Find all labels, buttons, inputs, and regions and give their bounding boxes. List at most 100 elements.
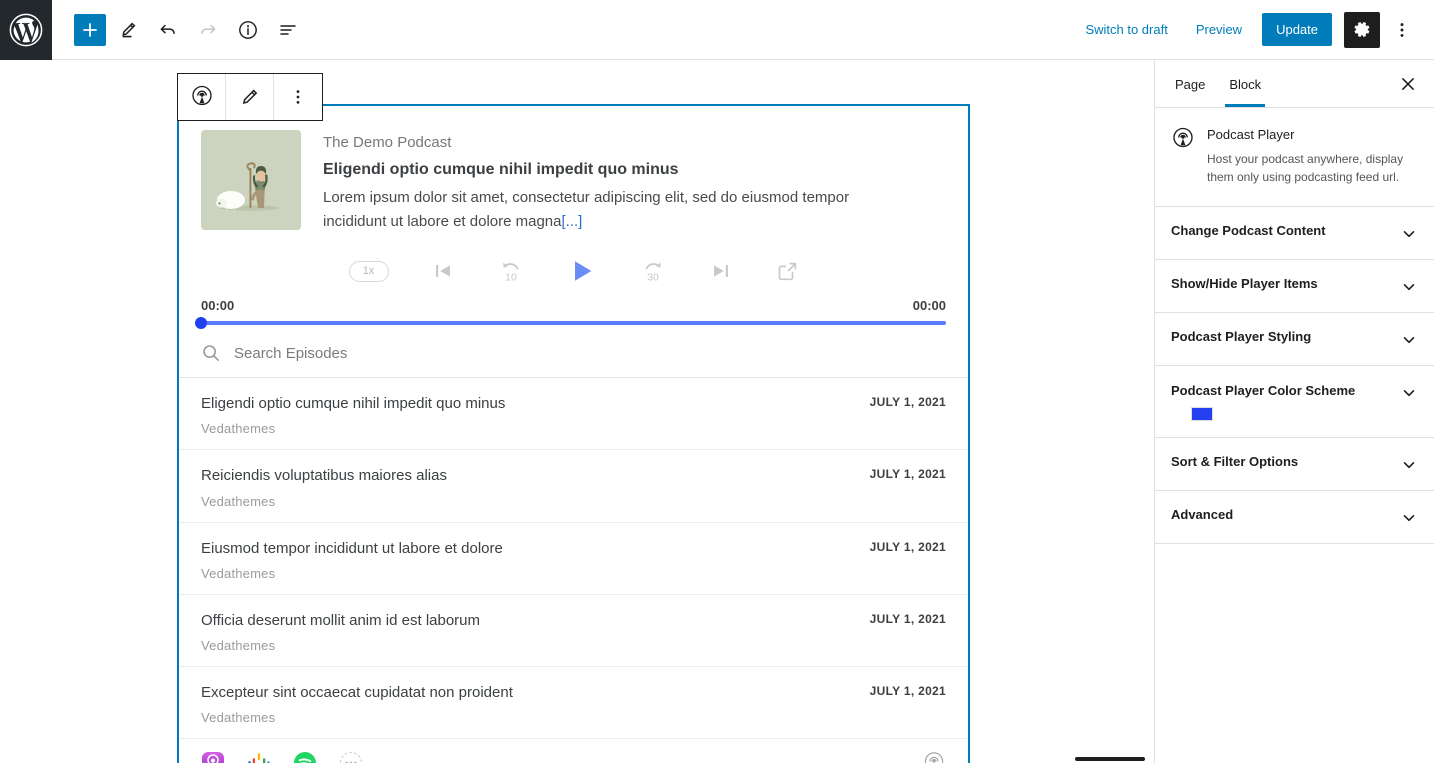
block-edit-button[interactable] <box>226 74 274 120</box>
edit-tool-button[interactable] <box>110 12 146 48</box>
table-row[interactable]: Officia deserunt mollit anim id est labo… <box>179 595 968 668</box>
spotify-icon[interactable] <box>293 751 317 763</box>
block-toolbar <box>177 73 323 121</box>
google-podcasts-icon[interactable] <box>247 751 271 763</box>
editor-top-bar: Switch to draft Preview Update <box>0 0 1434 60</box>
top-bar-tools <box>52 12 306 48</box>
next-track-icon <box>713 265 728 278</box>
progress-slider[interactable] <box>195 317 946 330</box>
pencil-icon <box>122 22 136 37</box>
redo-button[interactable] <box>190 12 226 48</box>
info-circle-icon <box>239 20 257 39</box>
undo-arrow-icon <box>160 24 175 34</box>
switch-to-draft-button[interactable]: Switch to draft <box>1073 16 1179 43</box>
settings-sidebar: Page Block Podcast Player Host your podc… <box>1154 60 1434 763</box>
episode-date: JULY 1, 2021 <box>869 684 946 699</box>
search-input[interactable] <box>234 344 905 362</box>
panel-podcast-player-styling[interactable]: Podcast Player Styling <box>1155 313 1434 367</box>
player-controls: 1x 10 30 <box>179 234 968 294</box>
block-more-button[interactable] <box>274 74 322 120</box>
read-more-link[interactable]: [...] <box>562 213 583 230</box>
add-block-button[interactable] <box>74 13 106 46</box>
rewind-10-icon: 10 <box>502 262 518 283</box>
chevron-down-icon <box>1403 515 1415 522</box>
episode-title: Officia deserunt mollit anim id est labo… <box>201 611 481 629</box>
more-options-button[interactable] <box>1384 12 1420 48</box>
episode-description: Lorem ipsum dolor sit amet, consectetur … <box>323 186 883 235</box>
tab-page[interactable]: Page <box>1163 62 1217 106</box>
more-platforms-icon[interactable] <box>339 751 363 763</box>
color-swatch[interactable] <box>1191 407 1213 422</box>
episode-description-text: Lorem ipsum dolor sit amet, consectetur … <box>323 188 850 230</box>
shepherd-with-sheep-artwork <box>201 130 301 230</box>
list-view-button[interactable] <box>270 12 306 48</box>
panel-show-hide-player-items[interactable]: Show/Hide Player Items <box>1155 260 1434 314</box>
panel-label: Show/Hide Player Items <box>1171 276 1318 292</box>
episode-cover-art <box>201 130 301 230</box>
update-button[interactable]: Update <box>1262 13 1332 46</box>
tab-block[interactable]: Block <box>1217 62 1273 107</box>
time-row: 00:00 00:00 <box>201 298 946 321</box>
panel-label: Podcast Player Styling <box>1171 329 1312 345</box>
pencil-icon <box>242 89 258 104</box>
block-info-card: Podcast Player Host your podcast anywher… <box>1155 108 1434 208</box>
details-button[interactable] <box>230 12 266 48</box>
share-button[interactable] <box>775 259 799 283</box>
previous-track-button[interactable] <box>431 259 455 283</box>
block-icon <box>1171 127 1195 151</box>
chevron-down-icon <box>1403 231 1415 238</box>
forward-30-button[interactable]: 30 <box>639 257 667 285</box>
player-brand <box>922 751 946 763</box>
block-type-button[interactable] <box>178 74 226 120</box>
progress-thumb[interactable] <box>195 317 207 330</box>
episode-date: JULY 1, 2021 <box>869 395 946 410</box>
episode-list: Eligendi optio cumque nihil impedit quo … <box>179 378 968 740</box>
chevron-down-icon <box>1403 337 1415 344</box>
episode-author: Vedathemes <box>201 421 276 437</box>
panel-label: Sort & Filter Options <box>1171 454 1299 470</box>
podcast-player-block[interactable]: The Demo Podcast Eligendi optio cumque n… <box>177 104 970 763</box>
table-row[interactable]: Reiciendis voluptatibus maiores alias Ve… <box>179 450 968 523</box>
episode-author: Vedathemes <box>201 493 276 509</box>
forward-30-icon: 30 <box>645 262 661 283</box>
next-track-button[interactable] <box>709 259 733 283</box>
rewind-10-button[interactable]: 10 <box>497 257 525 285</box>
undo-button[interactable] <box>150 12 186 48</box>
chevron-down-icon <box>1403 284 1415 291</box>
table-row[interactable]: Excepteur sint occaecat cupidatat non pr… <box>179 667 968 740</box>
episode-author: Vedathemes <box>201 565 276 581</box>
playback-speed-button[interactable]: 1x <box>348 260 389 282</box>
total-time: 00:00 <box>912 298 946 314</box>
episode-search[interactable] <box>179 325 968 379</box>
apple-podcasts-icon[interactable] <box>201 751 225 763</box>
close-sidebar-button[interactable] <box>1390 66 1426 102</box>
table-row[interactable]: Eiusmod tempor incididunt ut labore et d… <box>179 523 968 595</box>
wordpress-logo[interactable] <box>0 0 52 60</box>
canvas-horizontal-scrollbar[interactable] <box>1075 757 1145 761</box>
share-icon <box>778 262 796 281</box>
player-header: The Demo Podcast Eligendi optio cumque n… <box>179 106 968 234</box>
table-row[interactable]: Eligendi optio cumque nihil impedit quo … <box>179 378 968 451</box>
episode-author: Vedathemes <box>201 710 276 726</box>
gear-icon <box>1354 22 1369 37</box>
chevron-down-icon <box>1403 462 1415 469</box>
plus-icon <box>83 22 97 37</box>
podcast-antenna-icon <box>191 85 212 106</box>
panel-sort-filter-options[interactable]: Sort & Filter Options <box>1155 438 1434 492</box>
close-icon <box>1402 77 1414 90</box>
sidebar-tabs: Page Block <box>1155 60 1434 108</box>
current-episode-title: Eligendi optio cumque nihil impedit quo … <box>323 160 679 178</box>
vertical-dots-icon <box>1400 22 1404 37</box>
episode-title: Reiciendis voluptatibus maiores alias <box>201 467 447 485</box>
panel-podcast-player-color-scheme[interactable]: Podcast Player Color Scheme <box>1155 366 1434 439</box>
settings-button[interactable] <box>1344 11 1380 48</box>
panel-advanced[interactable]: Advanced <box>1155 491 1434 545</box>
panel-change-podcast-content[interactable]: Change Podcast Content <box>1155 207 1434 261</box>
preview-button[interactable]: Preview <box>1184 16 1254 43</box>
panel-label: Change Podcast Content <box>1171 223 1326 239</box>
previous-track-icon <box>435 265 450 278</box>
editor-canvas: The Demo Podcast Eligendi optio cumque n… <box>0 60 1154 763</box>
block-title: Podcast Player <box>1207 127 1295 142</box>
panel-label: Podcast Player Color Scheme <box>1171 383 1356 399</box>
play-button[interactable] <box>567 256 597 286</box>
